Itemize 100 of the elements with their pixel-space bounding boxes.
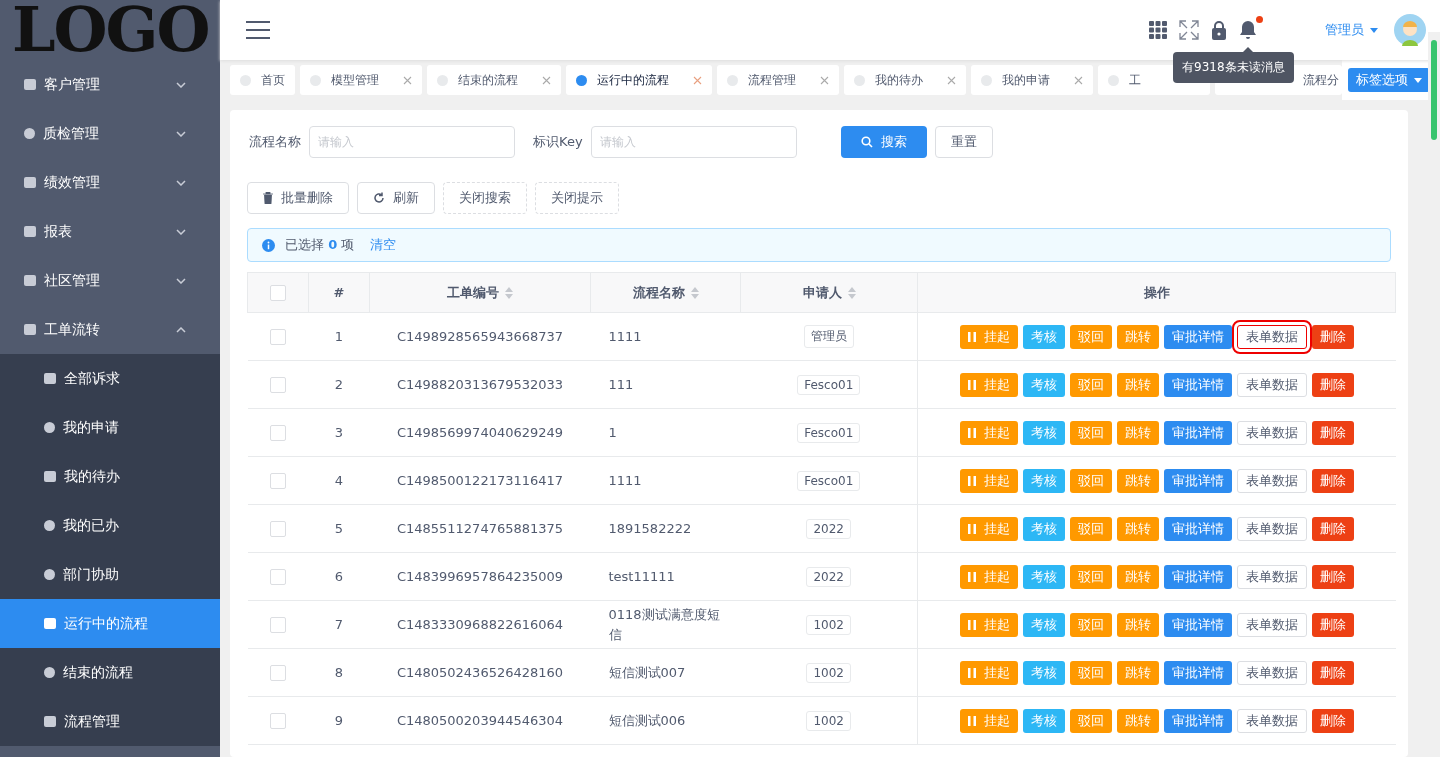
action-button[interactable]: 删除 bbox=[1311, 324, 1354, 349]
menu-item[interactable]: 客户管理 bbox=[0, 60, 220, 109]
action-button[interactable]: 审批详情 bbox=[1163, 708, 1232, 733]
action-button[interactable]: 删除 bbox=[1311, 516, 1354, 541]
tab[interactable]: 我的待办 bbox=[844, 65, 966, 95]
action-button[interactable]: 审批详情 bbox=[1163, 660, 1232, 685]
checkbox[interactable] bbox=[270, 616, 286, 633]
scrollbar-thumb[interactable] bbox=[1431, 40, 1437, 140]
action-button[interactable]: 跳转 bbox=[1116, 516, 1159, 541]
toolbar-button[interactable]: 批量删除 bbox=[247, 182, 349, 214]
submenu-item[interactable]: 运行中的流程 bbox=[0, 599, 220, 648]
action-button[interactable]: 挂起 bbox=[959, 372, 1018, 397]
tab[interactable]: 结束的流程 bbox=[427, 65, 561, 95]
action-button[interactable]: 审批详情 bbox=[1163, 612, 1232, 637]
close-icon[interactable] bbox=[693, 75, 702, 85]
checkbox[interactable] bbox=[270, 376, 286, 393]
action-button[interactable]: 跳转 bbox=[1116, 564, 1159, 589]
action-button[interactable]: 审批详情 bbox=[1163, 420, 1232, 445]
tab[interactable]: 我的申请 bbox=[971, 65, 1093, 95]
action-button[interactable]: 挂起 bbox=[959, 516, 1018, 541]
close-icon[interactable] bbox=[403, 75, 412, 85]
action-button[interactable]: 驳回 bbox=[1069, 708, 1112, 733]
action-button[interactable]: 考核 bbox=[1022, 516, 1065, 541]
action-button[interactable]: 考核 bbox=[1022, 564, 1065, 589]
avatar[interactable] bbox=[1394, 14, 1426, 46]
submenu-item[interactable]: 全部诉求 bbox=[0, 354, 220, 403]
checkbox[interactable] bbox=[270, 472, 286, 489]
action-button[interactable]: 驳回 bbox=[1069, 612, 1112, 637]
close-icon[interactable] bbox=[820, 75, 829, 85]
action-button[interactable]: 考核 bbox=[1022, 660, 1065, 685]
action-button[interactable]: 删除 bbox=[1311, 564, 1354, 589]
tab[interactable]: 流程管理 bbox=[717, 65, 839, 95]
action-button[interactable]: 跳转 bbox=[1116, 660, 1159, 685]
action-button[interactable]: 跳转 bbox=[1116, 372, 1159, 397]
action-button[interactable]: 跳转 bbox=[1116, 468, 1159, 493]
menu-icon[interactable] bbox=[246, 21, 270, 39]
action-button[interactable]: 表单数据 bbox=[1236, 468, 1307, 493]
action-button[interactable]: 表单数据 bbox=[1236, 516, 1307, 541]
action-button[interactable]: 挂起 bbox=[959, 420, 1018, 445]
action-button[interactable]: 考核 bbox=[1022, 420, 1065, 445]
sort-icon[interactable] bbox=[505, 286, 513, 299]
grid-icon[interactable] bbox=[1149, 21, 1167, 39]
lock-icon[interactable] bbox=[1211, 20, 1227, 40]
action-button[interactable]: 表单数据 bbox=[1236, 372, 1307, 397]
submenu-item[interactable]: 我的已办 bbox=[0, 501, 220, 550]
checkbox[interactable] bbox=[270, 424, 286, 441]
submenu-item[interactable]: 部门协助 bbox=[0, 550, 220, 599]
search-button[interactable]: 搜索 bbox=[840, 126, 927, 158]
menu-item[interactable]: 绩效管理 bbox=[0, 158, 220, 207]
action-button[interactable]: 跳转 bbox=[1116, 420, 1159, 445]
action-button[interactable]: 挂起 bbox=[959, 564, 1018, 589]
action-button[interactable]: 删除 bbox=[1311, 468, 1354, 493]
action-button[interactable]: 考核 bbox=[1022, 612, 1065, 637]
action-button[interactable]: 表单数据 bbox=[1236, 564, 1307, 589]
checkbox[interactable] bbox=[270, 520, 286, 537]
action-button[interactable]: 挂起 bbox=[959, 612, 1018, 637]
action-button[interactable]: 考核 bbox=[1022, 324, 1065, 349]
submenu-item[interactable]: 结束的流程 bbox=[0, 648, 220, 697]
action-button[interactable]: 跳转 bbox=[1116, 612, 1159, 637]
fullscreen-icon[interactable] bbox=[1179, 20, 1199, 40]
close-icon[interactable] bbox=[1074, 75, 1083, 85]
action-button[interactable]: 挂起 bbox=[959, 468, 1018, 493]
action-button[interactable]: 跳转 bbox=[1116, 708, 1159, 733]
action-button[interactable]: 挂起 bbox=[959, 660, 1018, 685]
action-button[interactable]: 表单数据 bbox=[1236, 612, 1307, 637]
action-button[interactable]: 考核 bbox=[1022, 708, 1065, 733]
action-button[interactable]: 驳回 bbox=[1069, 420, 1112, 445]
action-button[interactable]: 驳回 bbox=[1069, 468, 1112, 493]
submenu-item[interactable]: 我的待办 bbox=[0, 452, 220, 501]
sort-icon[interactable] bbox=[690, 286, 699, 299]
clear-link[interactable]: 清空 bbox=[370, 236, 397, 254]
checkbox[interactable] bbox=[270, 712, 286, 729]
close-icon[interactable] bbox=[947, 75, 956, 85]
toolbar-button[interactable]: 关闭提示 bbox=[535, 182, 619, 214]
action-button[interactable]: 驳回 bbox=[1069, 372, 1112, 397]
action-button[interactable]: 驳回 bbox=[1069, 324, 1112, 349]
close-icon[interactable] bbox=[542, 75, 551, 85]
toolbar-button[interactable]: 关闭搜索 bbox=[443, 182, 527, 214]
tab[interactable]: 模型管理 bbox=[300, 65, 422, 95]
menu-item[interactable]: 质检管理 bbox=[0, 109, 220, 158]
action-button[interactable]: 删除 bbox=[1311, 660, 1354, 685]
action-button[interactable]: 跳转 bbox=[1116, 324, 1159, 349]
action-button[interactable]: 驳回 bbox=[1069, 660, 1112, 685]
menu-item[interactable]: 工单流转 bbox=[0, 305, 220, 354]
action-button[interactable]: 挂起 bbox=[959, 708, 1018, 733]
action-button[interactable]: 删除 bbox=[1311, 372, 1354, 397]
action-button[interactable]: 表单数据 bbox=[1236, 660, 1307, 685]
action-button[interactable]: 审批详情 bbox=[1163, 564, 1232, 589]
checkbox[interactable] bbox=[270, 568, 286, 585]
action-button[interactable]: 删除 bbox=[1311, 708, 1354, 733]
action-button[interactable]: 删除 bbox=[1311, 420, 1354, 445]
checkbox[interactable] bbox=[270, 284, 286, 301]
action-button[interactable]: 审批详情 bbox=[1163, 324, 1232, 349]
action-button[interactable]: 驳回 bbox=[1069, 564, 1112, 589]
action-button[interactable]: 表单数据 bbox=[1236, 708, 1307, 733]
toolbar-button[interactable]: 刷新 bbox=[357, 182, 435, 214]
submenu-item[interactable]: 我的申请 bbox=[0, 403, 220, 452]
menu-item[interactable]: 社区管理 bbox=[0, 256, 220, 305]
tab[interactable]: 运行中的流程 bbox=[566, 65, 712, 95]
action-button[interactable]: 审批详情 bbox=[1163, 468, 1232, 493]
